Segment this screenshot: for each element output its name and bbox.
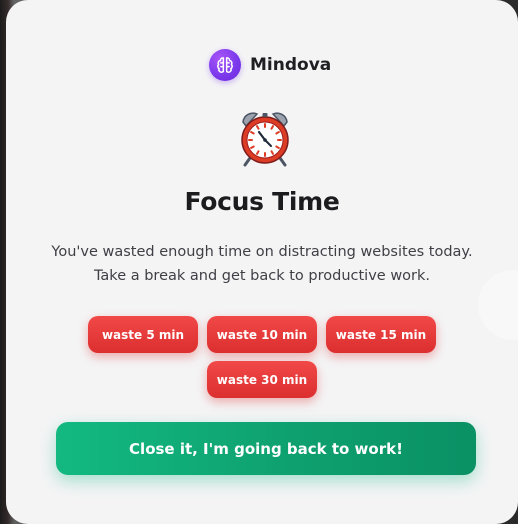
- waste-15-min-button[interactable]: waste 15 min: [326, 316, 436, 353]
- waste-5-min-button[interactable]: waste 5 min: [88, 316, 198, 353]
- waste-time-options: waste 5 min waste 10 min waste 15 min wa…: [6, 316, 518, 398]
- page-title: Focus Time: [184, 187, 340, 216]
- waste-30-min-button[interactable]: waste 30 min: [207, 361, 317, 398]
- brand-header: Mindova: [209, 49, 331, 81]
- waste-10-min-button[interactable]: waste 10 min: [207, 316, 317, 353]
- message-line-2: Take a break and get back to productive …: [93, 268, 431, 284]
- brain-icon: [209, 49, 241, 81]
- alarm-clock-icon: [235, 108, 295, 168]
- message-line-1: You've wasted enough time on distracting…: [51, 244, 473, 260]
- close-back-to-work-button[interactable]: Close it, I'm going back to work!: [56, 422, 476, 475]
- focus-dialog: Mindova Focus Time You've wasted enough …: [6, 0, 518, 524]
- brand-name: Mindova: [250, 55, 332, 75]
- focus-message: You've wasted enough time on distracting…: [6, 240, 518, 288]
